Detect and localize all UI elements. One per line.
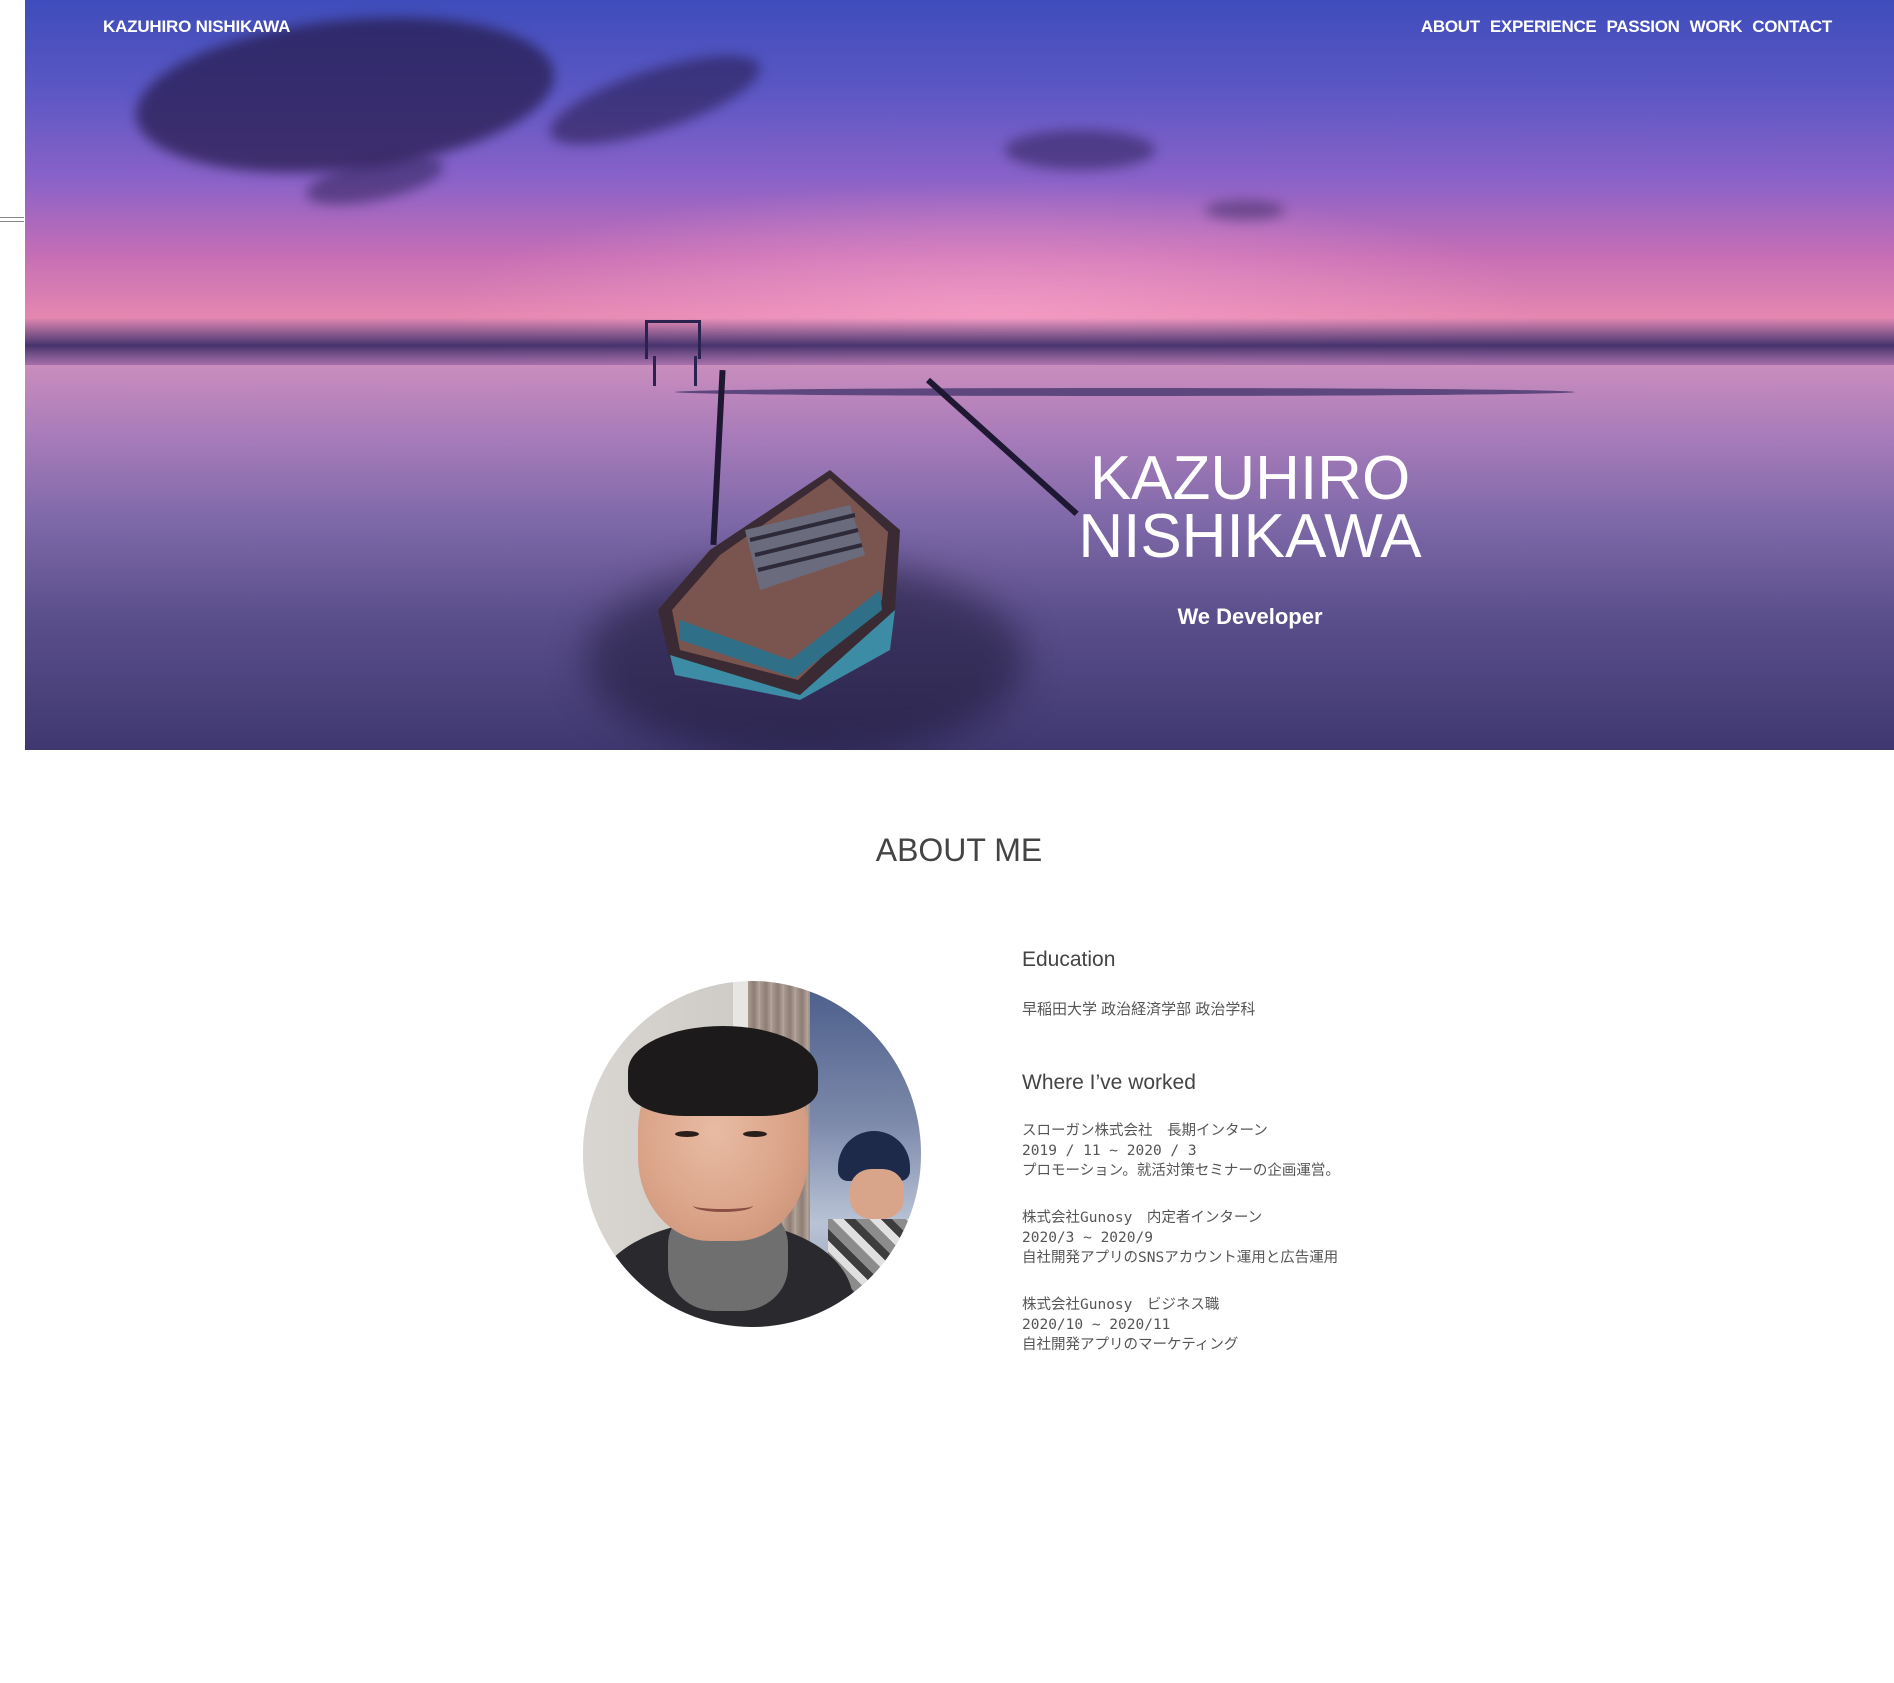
job-entry: 株式会社Gunosy ビジネス職 2020/10 ~ 2020/11 自社開発ア… [1022,1295,1622,1355]
nav-passion[interactable]: PASSION [1606,17,1679,37]
stilt-hut [645,320,701,359]
profile-photo [583,981,921,1327]
education-school: 早稲田大学 政治経済学部 政治学科 [1022,1001,1256,1018]
photo-smile [693,1199,753,1212]
main-nav: ABOUT EXPERIENCE PASSION WORK CONTACT [1421,17,1832,37]
nav-work[interactable]: WORK [1690,17,1743,37]
boat-illustration [658,470,900,700]
job-period: 2020/10 ~ 2020/11 [1022,1317,1171,1333]
job-title: 株式会社Gunosy ビジネス職 [1022,1297,1220,1313]
sandbar [675,388,1575,396]
work-heading: Where I’ve worked [1022,1071,1196,1094]
job-description: 自社開発アプリのマーケティング [1022,1337,1239,1353]
horizon [25,318,1894,368]
about-title: ABOUT ME [875,832,1043,868]
job-entry: 株式会社Gunosy 内定者インターン 2020/3 ~ 2020/9 自社開発… [1022,1208,1622,1268]
nav-about[interactable]: ABOUT [1421,17,1480,37]
job-description: プロモーション。就活対策セミナーの企画運営。 [1022,1163,1340,1179]
hero-subtitle: We Developer [1177,604,1323,629]
hero-section [25,0,1894,750]
education-heading: Education [1022,948,1116,971]
job-title: 株式会社Gunosy 内定者インターン [1022,1210,1263,1226]
photo-eye [675,1131,699,1137]
nav-experience[interactable]: EXPERIENCE [1490,17,1597,37]
photo-eye [743,1131,767,1137]
cloud [1005,130,1155,170]
nav-contact[interactable]: CONTACT [1752,17,1832,37]
cloud [541,37,769,163]
job-description: 自社開発アプリのSNSアカウント運用と広告運用 [1022,1250,1339,1266]
job-period: 2020/3 ~ 2020/9 [1022,1230,1153,1246]
job-entry: スローガン株式会社 長期インターン 2019 / 11 ~ 2020 / 3 プ… [1022,1121,1622,1181]
photo-hair [628,1026,818,1116]
about-info: Education 早稲田大学 政治経済学部 政治学科 Where I’ve w… [1022,948,1622,1355]
job-title: スローガン株式会社 長期インターン [1022,1123,1268,1139]
brand-link[interactable]: KAZUHIRO NISHIKAWA [103,17,290,37]
stilt-hut-legs [653,356,697,386]
job-period: 2019 / 11 ~ 2020 / 3 [1022,1143,1197,1159]
hero-title: KAZUHIRO NISHIKAWA [1040,448,1460,568]
cloud [1205,200,1285,220]
hero-title-line2: NISHIKAWA [1078,502,1422,571]
photo-background-face [850,1169,904,1219]
left-edge-line [0,217,24,222]
